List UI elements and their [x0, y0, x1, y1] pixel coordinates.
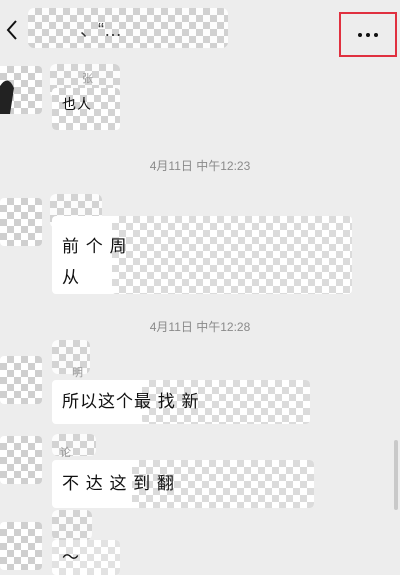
message-bubble[interactable]: 前 个 周 从: [52, 216, 352, 294]
chat-header: 、“…: [0, 0, 400, 62]
avatar[interactable]: [0, 356, 42, 404]
sender-name-redaction: [52, 510, 92, 540]
timestamp: 4月11日 中午12:23: [149, 159, 251, 173]
chevron-left-icon: [6, 20, 17, 40]
message-text: 也人: [62, 96, 92, 112]
sender-name-redaction: [52, 340, 90, 374]
more-options-button[interactable]: [339, 12, 397, 57]
avatar[interactable]: [0, 436, 42, 484]
message-bubble[interactable]: 〜: [52, 540, 120, 575]
message-text: 所以这个最 找 新: [62, 392, 200, 411]
message-bubble[interactable]: 也人: [52, 88, 120, 130]
chat-title: 、“…: [80, 20, 122, 40]
message-bubble[interactable]: 所以这个最 找 新: [52, 380, 310, 424]
message-text-line1: 前 个 周: [62, 237, 128, 256]
avatar[interactable]: [0, 522, 42, 570]
avatar[interactable]: [0, 66, 42, 114]
more-dots-icon: [358, 32, 362, 37]
timestamp: 4月11日 中午12:28: [149, 320, 251, 334]
back-button[interactable]: [0, 14, 24, 46]
avatar-photo: [0, 80, 14, 114]
sender-name: 张: [82, 73, 93, 85]
sender-name: 明: [72, 367, 83, 379]
scrollbar[interactable]: [394, 440, 398, 510]
message-text-line2: 从: [62, 268, 80, 287]
message-bubble[interactable]: 不 达 这 到 翻: [52, 460, 314, 508]
sender-name: 论: [60, 447, 71, 459]
sender-name-redaction: [52, 434, 96, 456]
message-text: 〜: [62, 548, 80, 567]
message-text: 不 达 这 到 翻: [62, 474, 175, 493]
avatar[interactable]: [0, 198, 42, 246]
chat-title-redaction: [28, 8, 228, 48]
